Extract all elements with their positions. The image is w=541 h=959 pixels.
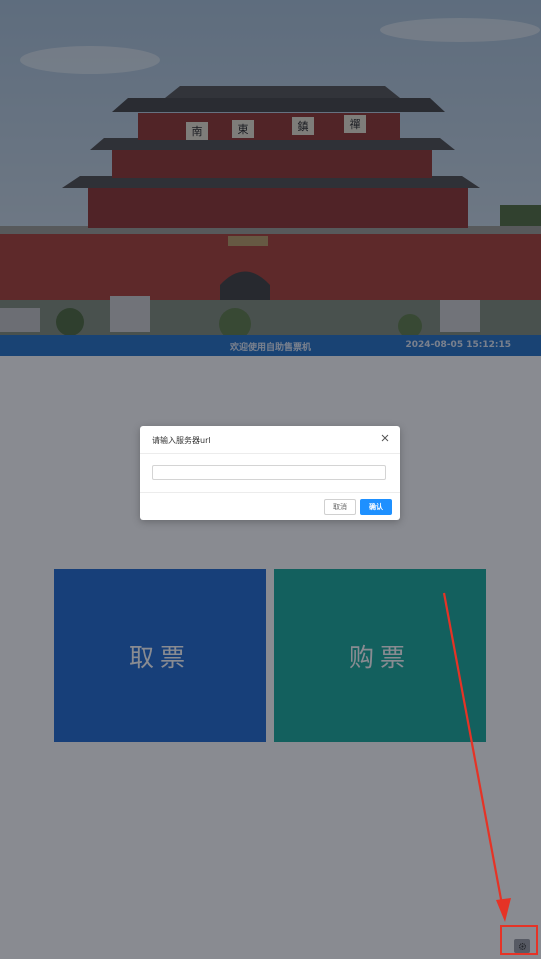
confirm-button[interactable]: 确认 [360,499,392,515]
cancel-button[interactable]: 取消 [324,499,356,515]
close-icon[interactable] [379,432,391,444]
dialog-title: 请输入服务器url [152,436,211,445]
dialog-header-divider [140,453,400,454]
server-url-dialog: 请输入服务器url 取消 确认 [140,426,400,520]
dialog-footer-divider [140,492,400,493]
server-url-input[interactable] [152,465,386,480]
